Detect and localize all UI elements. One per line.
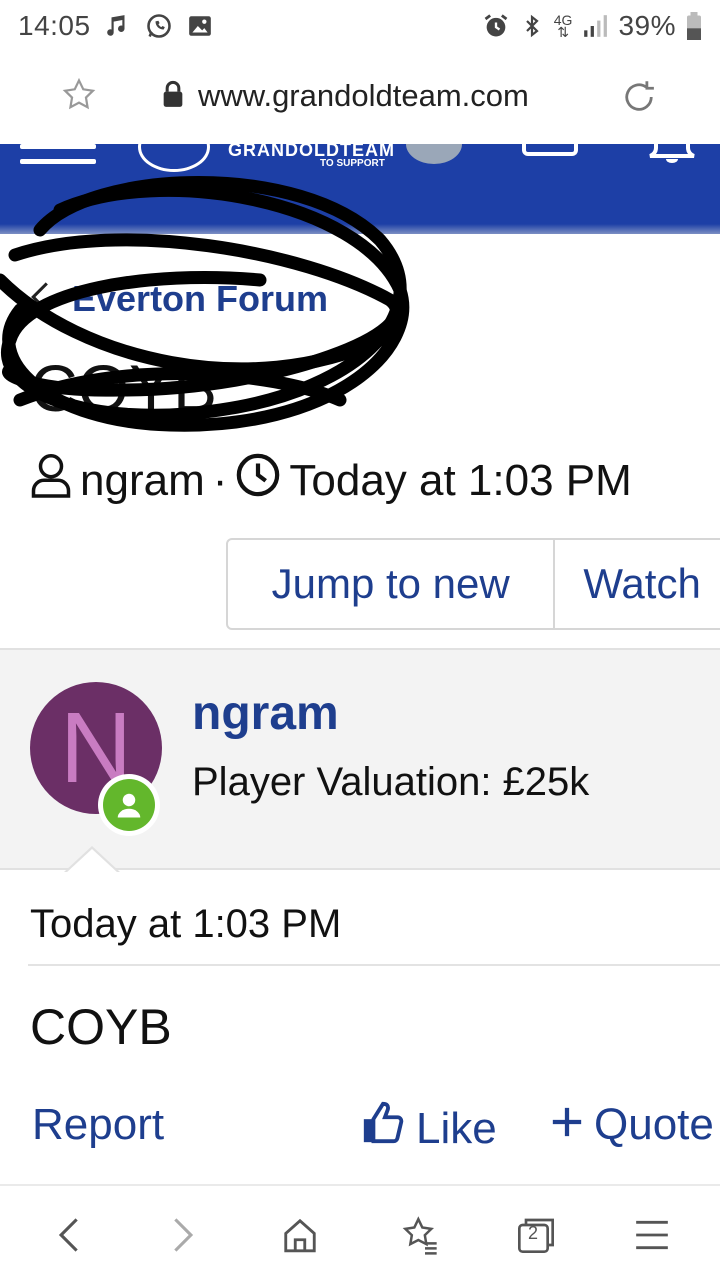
- post-user-title: Player Valuation: £25k: [192, 760, 590, 804]
- post-date[interactable]: Today at 1:03 PM: [30, 902, 341, 947]
- thread-title: COYB: [30, 351, 218, 425]
- post-username[interactable]: ngram: [192, 686, 339, 741]
- like-button[interactable]: Like: [360, 1100, 497, 1157]
- user-icon: [30, 452, 72, 509]
- menu-icon[interactable]: [20, 144, 96, 184]
- forward-icon[interactable]: [160, 1212, 208, 1258]
- battery-percent: 39%: [618, 10, 676, 41]
- status-time: 14:05: [18, 10, 91, 41]
- alarm-icon: [482, 12, 510, 40]
- post-user-block: N ngram Player Valuation: £25k: [0, 648, 720, 870]
- site-logo[interactable]: [138, 144, 210, 172]
- inbox-icon[interactable]: [522, 144, 578, 156]
- quote-button[interactable]: Quote: [550, 1100, 714, 1150]
- lock-icon: [160, 80, 186, 113]
- image-icon: [187, 13, 213, 39]
- reload-icon[interactable]: [618, 76, 660, 123]
- thread-date[interactable]: Today at 1:03 PM: [289, 456, 631, 506]
- browser-bottom-nav: 2: [0, 1184, 720, 1280]
- meta-separator: ·: [212, 455, 228, 505]
- status-bar: 14:05 4G ⇅ 39%: [0, 0, 720, 52]
- address-bar: www.grandoldteam.com: [0, 52, 720, 144]
- thread-author[interactable]: ngram: [80, 456, 205, 506]
- quote-label: Quote: [594, 1100, 714, 1149]
- network-4g-icon: 4G ⇅: [554, 13, 573, 40]
- battery-icon: [686, 12, 702, 40]
- post-body: COYB: [30, 999, 172, 1055]
- back-icon[interactable]: [44, 1212, 92, 1258]
- post-actions: Report Like Quote: [0, 1100, 720, 1164]
- bluetooth-icon: [520, 12, 544, 40]
- clock-icon: [235, 452, 281, 509]
- post-divider: [28, 964, 720, 966]
- thread-action-buttons: Jump to new Watch: [226, 538, 720, 630]
- data-arrows-icon: ⇅: [557, 24, 569, 40]
- url-field[interactable]: www.grandoldteam.com: [160, 78, 529, 114]
- thread-meta: ngram · Today at 1:03 PM: [30, 452, 632, 509]
- breadcrumb-forum-link[interactable]: Everton Forum: [72, 278, 328, 320]
- report-button[interactable]: Report: [32, 1100, 164, 1150]
- bookmarks-icon[interactable]: [396, 1212, 444, 1258]
- whatsapp-icon: [145, 12, 173, 40]
- online-status-icon: [98, 774, 160, 836]
- tabs-count: 2: [528, 1223, 539, 1243]
- thumbs-up-icon: [360, 1100, 406, 1157]
- chevron-left-icon: [28, 280, 52, 319]
- like-label: Like: [416, 1103, 497, 1153]
- report-label: Report: [32, 1100, 165, 1149]
- url-text: www.grandoldteam.com: [198, 78, 529, 113]
- signal-icon: [582, 13, 608, 39]
- tabs-icon[interactable]: 2: [512, 1212, 560, 1258]
- account-avatar[interactable]: [406, 144, 462, 164]
- watch-button[interactable]: Watch: [555, 540, 720, 628]
- site-tagline: TO SUPPORT: [320, 158, 385, 169]
- plus-icon: [550, 1100, 584, 1150]
- jump-to-new-button[interactable]: Jump to new: [228, 540, 556, 628]
- hamburger-icon[interactable]: [628, 1212, 676, 1258]
- home-icon[interactable]: [276, 1212, 324, 1258]
- breadcrumb[interactable]: Everton Forum: [28, 278, 328, 320]
- bell-icon[interactable]: [646, 144, 698, 164]
- star-icon[interactable]: [60, 76, 98, 119]
- music-icon: [105, 13, 131, 39]
- site-header: GRANDOLDTEAM TO SUPPORT: [0, 144, 720, 234]
